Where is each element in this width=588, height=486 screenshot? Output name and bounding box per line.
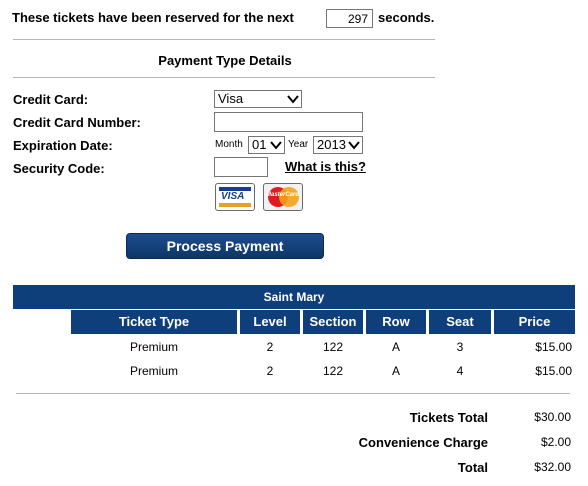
convenience-charge-value: $2.00 (540, 435, 571, 449)
column-header-level: Level (240, 310, 300, 334)
year-select[interactable]: 2013 (313, 136, 363, 154)
grand-total-value: $32.00 (534, 460, 571, 474)
divider (13, 77, 435, 78)
section-title: Payment Type Details (158, 53, 292, 68)
mastercard-logo-text: MasterCard (266, 192, 300, 198)
venue-header: Saint Mary (13, 285, 575, 309)
tickets-total-label: Tickets Total (409, 410, 488, 425)
month-label: Month (215, 139, 243, 150)
what-is-this-link[interactable]: What is this? (285, 159, 366, 174)
credit-card-value: Visa (218, 91, 244, 106)
card-number-input[interactable] (214, 112, 363, 132)
cell-row: A (391, 340, 400, 354)
month-select[interactable]: 01 (248, 136, 285, 154)
cell-ticket-type: Premium (129, 340, 178, 354)
cell-level: 2 (266, 364, 274, 378)
month-value: 01 (252, 137, 267, 152)
cell-seat: 3 (456, 340, 464, 354)
chevron-down-icon (287, 95, 299, 104)
chevron-down-icon (270, 141, 282, 150)
timer-suffix: seconds. (378, 10, 435, 25)
reservation-timer-text: These tickets have been reserved for the… (12, 10, 294, 25)
divider (16, 393, 570, 394)
countdown-seconds-box: 297 (326, 9, 373, 28)
security-code-input[interactable] (214, 157, 268, 177)
expiration-date-label: Expiration Date: (13, 138, 113, 153)
card-number-label: Credit Card Number: (13, 115, 141, 130)
cell-level: 2 (266, 340, 274, 354)
cell-price: $15.00 (535, 340, 572, 354)
credit-card-label: Credit Card: (13, 92, 89, 107)
cell-price: $15.00 (535, 364, 572, 378)
cell-section: 122 (322, 340, 344, 354)
column-header-seat: Seat (429, 310, 491, 334)
column-header-price: Price (494, 310, 575, 334)
tickets-total-value: $30.00 (534, 410, 571, 424)
column-header-ticket-type: Ticket Type (71, 310, 237, 334)
cell-section: 122 (322, 364, 344, 378)
cell-seat: 4 (456, 364, 464, 378)
credit-card-select[interactable]: Visa (214, 90, 302, 108)
mastercard-icon: MasterCard (263, 183, 303, 211)
cell-row: A (391, 364, 400, 378)
year-value: 2013 (317, 137, 346, 152)
security-code-label: Security Code: (13, 161, 105, 176)
visa-card-icon: VISA (215, 183, 255, 211)
cell-ticket-type: Premium (129, 364, 178, 378)
column-header-section: Section (303, 310, 363, 334)
divider (13, 39, 435, 40)
grand-total-label: Total (457, 460, 488, 475)
visa-logo-text: VISA (221, 191, 245, 202)
process-payment-button[interactable]: Process Payment (126, 233, 324, 259)
year-label: Year (288, 139, 309, 150)
column-header-row: Row (366, 310, 426, 334)
convenience-charge-label: Convenience Charge (358, 435, 488, 450)
chevron-down-icon (348, 141, 360, 150)
